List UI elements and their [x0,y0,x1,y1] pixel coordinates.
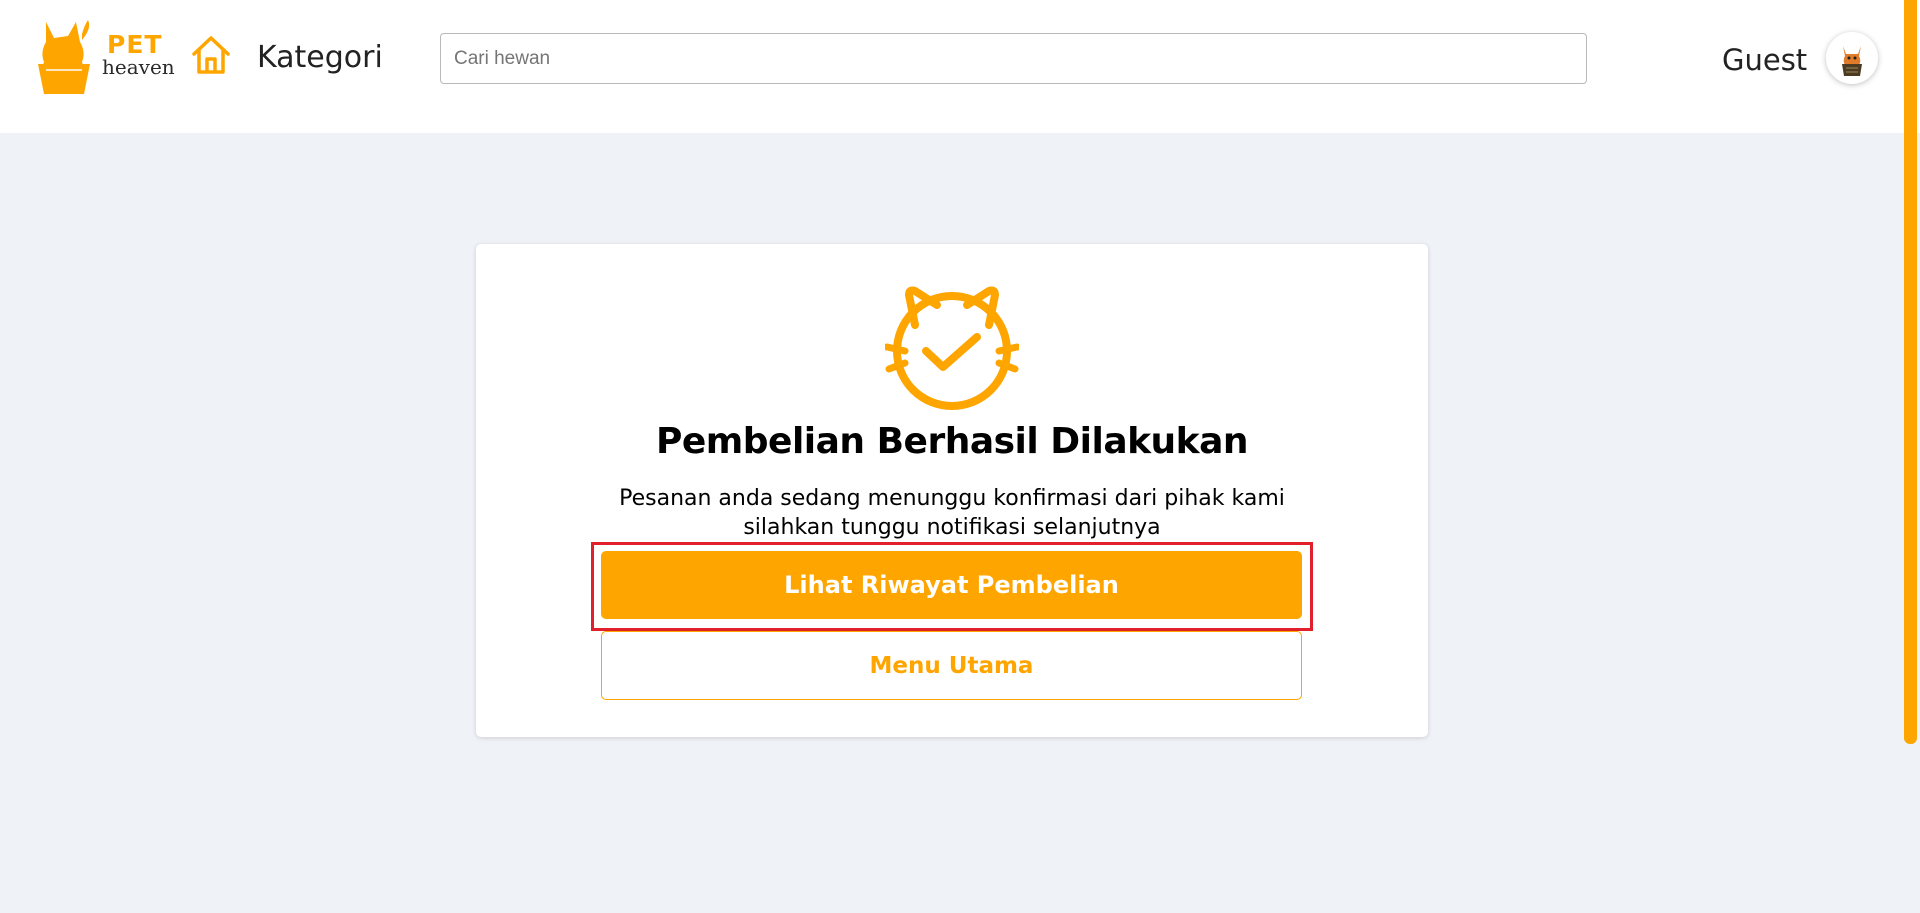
cat-check-icon [883,281,1021,415]
success-title: Pembelian Berhasil Dilakukan [655,421,1249,462]
header: PET heaven Kategori Guest [0,0,1920,133]
message-line-2: silahkan tunggu notifikasi selanjutnya [743,515,1161,540]
user-label: Guest [1722,43,1808,77]
page-scrollbar[interactable] [1904,0,1917,744]
success-message: Pesanan anda sedang menunggu konfirmasi … [476,484,1428,542]
logo-wordmark: PET heaven [102,32,175,77]
category-menu[interactable]: Kategori [257,40,383,75]
purchase-success-card: Pembelian Berhasil Dilakukan Pesanan and… [476,244,1428,737]
avatar[interactable] [1826,32,1878,84]
logo-brand-bottom: heaven [102,55,175,79]
search-input[interactable] [440,33,1587,84]
avatar-icon [1826,32,1878,84]
home-icon[interactable] [190,34,232,76]
message-line-1: Pesanan anda sedang menunggu konfirmasi … [619,486,1285,511]
pet-heaven-logo[interactable]: PET heaven [38,18,175,94]
logo-brand-top: PET [107,30,163,59]
view-purchase-history-button[interactable]: Lihat Riwayat Pembelian [601,551,1302,619]
cat-logo-icon [38,20,90,94]
main-menu-button[interactable]: Menu Utama [601,631,1302,700]
